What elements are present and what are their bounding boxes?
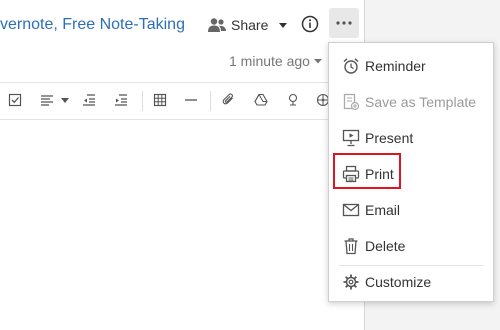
share-button[interactable]: Share bbox=[207, 14, 288, 36]
menu-item-save-as-template: Save as Template bbox=[329, 87, 493, 117]
more-actions-menu: Reminder Save as Template Present Print bbox=[328, 42, 494, 302]
ellipsis-icon bbox=[336, 21, 352, 25]
menu-item-delete[interactable]: Delete bbox=[329, 231, 493, 261]
outdent-icon[interactable] bbox=[82, 93, 96, 107]
horizontal-rule-icon[interactable] bbox=[184, 93, 198, 107]
note-title[interactable]: vernote, Free Note-Taking bbox=[0, 14, 192, 36]
google-drive-icon[interactable] bbox=[254, 93, 268, 107]
menu-divider bbox=[339, 265, 483, 266]
checkbox-icon[interactable] bbox=[8, 93, 22, 107]
menu-item-label: Delete bbox=[365, 238, 406, 254]
menu-item-customize[interactable]: Customize bbox=[329, 267, 493, 297]
note-editor: vernote, Free Note-Taking Share 1 minute… bbox=[0, 0, 364, 330]
caret-down-icon bbox=[313, 59, 322, 64]
menu-item-email[interactable]: Email bbox=[329, 195, 493, 225]
envelope-icon bbox=[342, 203, 360, 217]
align-caret-icon[interactable] bbox=[60, 93, 70, 107]
sketch-icon[interactable] bbox=[286, 93, 300, 107]
formatting-toolbar bbox=[0, 82, 364, 120]
gear-icon bbox=[343, 274, 359, 290]
caret-down-icon bbox=[279, 23, 288, 28]
toolbar-divider bbox=[142, 91, 143, 111]
trash-icon bbox=[344, 238, 358, 255]
table-icon[interactable] bbox=[153, 93, 167, 107]
menu-item-print[interactable]: Print bbox=[329, 159, 493, 189]
menu-item-reminder[interactable]: Reminder bbox=[329, 51, 493, 81]
menu-item-present[interactable]: Present bbox=[329, 123, 493, 153]
more-actions-button[interactable] bbox=[329, 8, 359, 38]
menu-item-label: Print bbox=[365, 166, 394, 182]
toolbar-divider bbox=[210, 91, 211, 111]
attachment-icon[interactable] bbox=[222, 93, 236, 107]
menu-item-label: Reminder bbox=[365, 58, 426, 74]
alarm-clock-icon bbox=[343, 58, 359, 74]
printer-icon bbox=[342, 165, 360, 183]
menu-item-label: Email bbox=[365, 202, 401, 218]
timestamp-label: 1 minute ago bbox=[229, 53, 310, 69]
info-icon[interactable] bbox=[301, 15, 319, 33]
people-icon bbox=[208, 18, 226, 32]
indent-icon[interactable] bbox=[114, 93, 128, 107]
align-icon[interactable] bbox=[40, 93, 54, 107]
presentation-icon bbox=[342, 129, 360, 147]
menu-item-label: Present bbox=[365, 130, 414, 146]
template-icon bbox=[343, 93, 360, 111]
last-edited-dropdown[interactable]: 1 minute ago bbox=[229, 52, 322, 70]
share-label: Share bbox=[231, 17, 269, 33]
menu-item-label: Customize bbox=[365, 274, 432, 290]
menu-item-label: Save as Template bbox=[365, 94, 477, 110]
